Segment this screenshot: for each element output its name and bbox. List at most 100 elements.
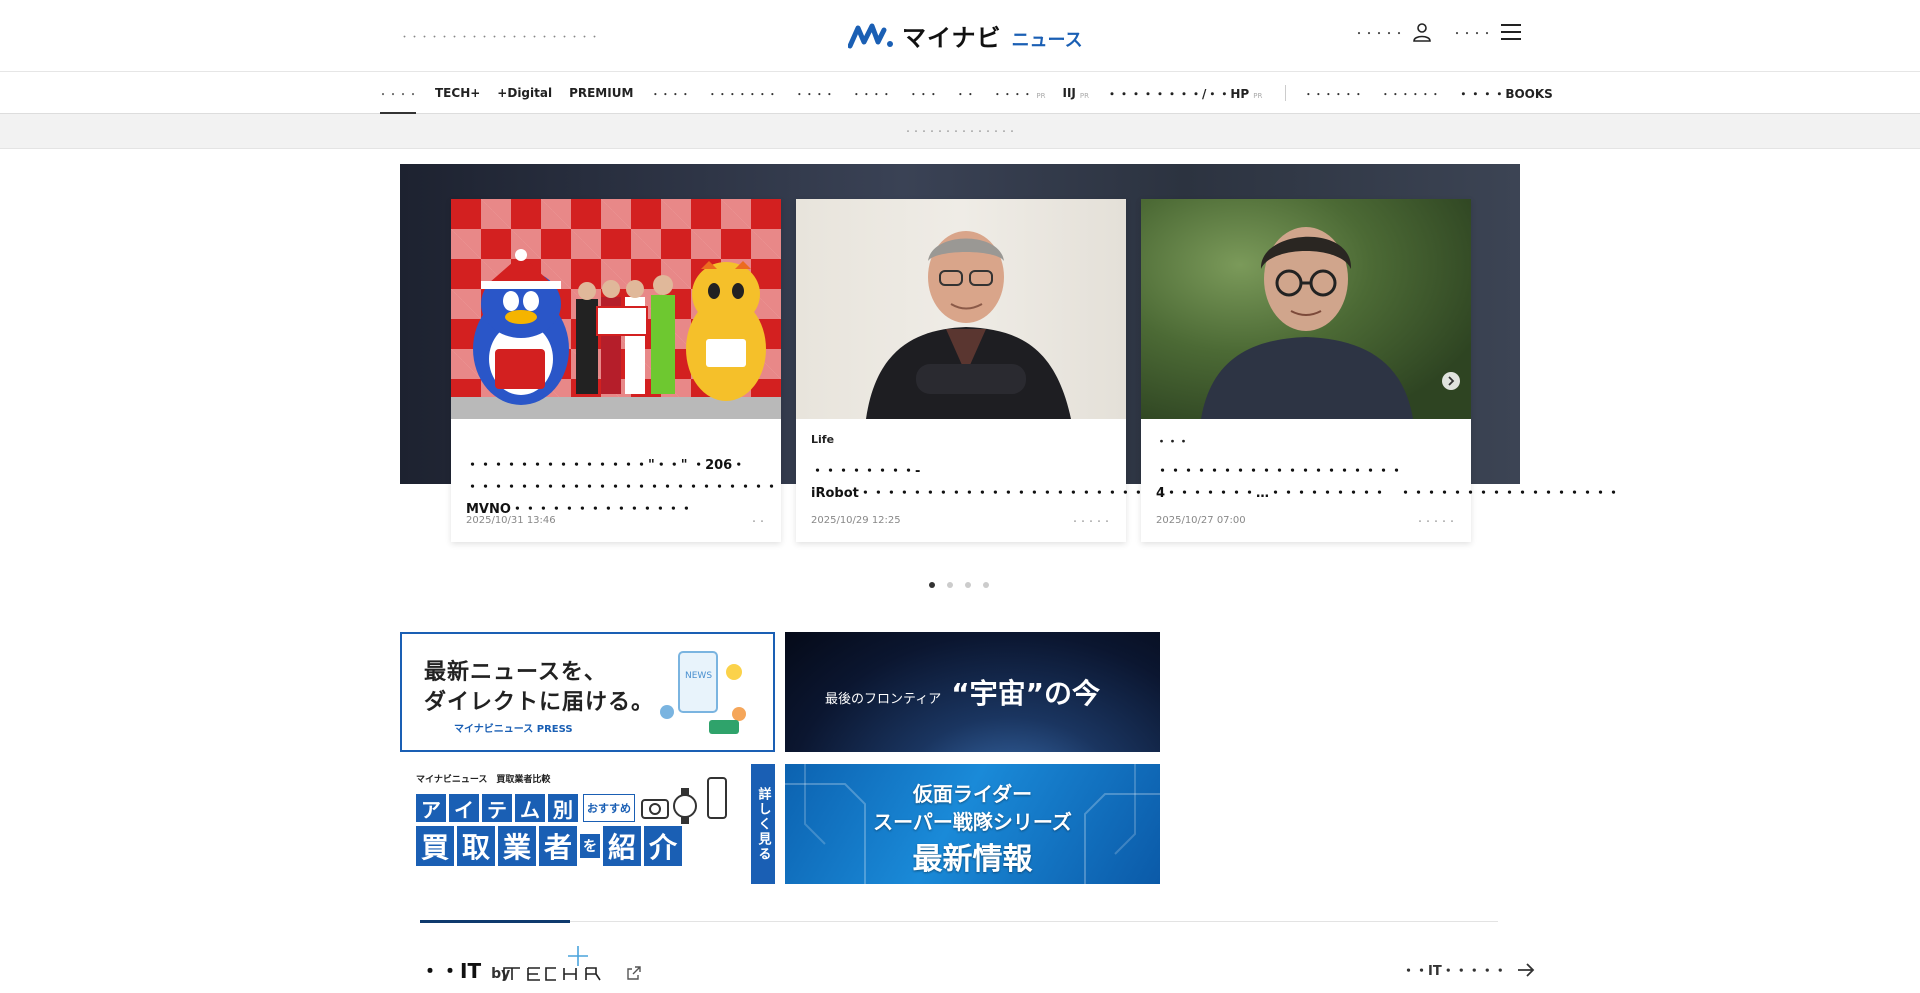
- press-banner-line1: 最新ニュースを、: [424, 660, 607, 685]
- nav-item[interactable]: ・・・: [908, 72, 938, 114]
- nav-item-label: IIJ: [1062, 86, 1076, 100]
- hero-card-image: [1141, 199, 1471, 419]
- nav-item-label: ・・・・: [378, 89, 418, 101]
- nav-item-label: ・・・・・・・・/・・HP: [1106, 86, 1250, 101]
- carousel-next-button[interactable]: [1442, 372, 1460, 390]
- chevron-right-icon: [1448, 376, 1455, 386]
- nav-item-label: ・・・・・・・: [707, 89, 778, 101]
- event-photo: [473, 249, 766, 405]
- carousel-dots: [929, 582, 989, 588]
- nav-item-label: ・・・・: [992, 89, 1033, 101]
- kaitori-char: イ: [449, 794, 479, 822]
- space-banner-prefix: 最後のフロンティア: [825, 692, 942, 707]
- nav-item[interactable]: IIJ PR: [1063, 72, 1090, 114]
- logo-main-text: マイナビ: [902, 24, 1002, 52]
- nav-item-label: ・・・・: [794, 89, 835, 101]
- nav-item[interactable]: ・・・・・・・: [707, 72, 777, 114]
- hero-card-date: 2025/10/27 07:00: [1156, 515, 1246, 526]
- account-label: ・・・・・: [1354, 28, 1404, 40]
- hamburger-icon: [1501, 24, 1521, 40]
- nav-item[interactable]: +Digital: [497, 72, 552, 114]
- nav-item[interactable]: ・・・・: [378, 72, 418, 114]
- pr-badge: PR: [1079, 92, 1089, 100]
- kaitori-char: 介: [644, 826, 682, 866]
- section-divider-accent: [420, 920, 570, 923]
- menu-button[interactable]: ・・・・: [1452, 22, 1522, 42]
- nav-item-secondary[interactable]: ・・・・・・: [1380, 72, 1440, 114]
- hero-card[interactable]: ・・・・・・・・・・・・・・"・・" ・206・ ・・・・・・・・・・・・・・・…: [451, 199, 781, 542]
- kaitori-char: ム: [515, 794, 545, 822]
- user-icon: [1413, 23, 1431, 42]
- nav-item-secondary[interactable]: ・・・・BOOKS: [1457, 72, 1553, 114]
- rider-banner-line2: スーパー戦隊シリーズ: [873, 810, 1072, 834]
- nav-item-label: TECH+: [435, 86, 481, 100]
- hero-card-category: ・・・: [1156, 435, 1189, 448]
- kaitori-banner-top: マイナビニュース 買取業者比較: [416, 775, 551, 785]
- nav-item[interactable]: ・・・・ PR: [992, 72, 1045, 114]
- hero-carousel: ・・・・・・・・・・・・・・"・・" ・206・ ・・・・・・・・・・・・・・・…: [451, 199, 1621, 542]
- category-nav: ・・・・ TECH+ +Digital PREMIUM ・・・・ ・・・・・・・ ・・・・・…: [0, 72, 1920, 114]
- kaitori-banner[interactable]: マイナビニュース 買取業者比較 アイテム別おすすめ 買取業者を紹介 詳しく見る: [400, 764, 775, 884]
- section-more-link[interactable]: ・・IT・・・・・: [1402, 960, 1535, 979]
- kaitori-char: ア: [416, 794, 446, 822]
- space-banner[interactable]: 最後のフロンティア “宇宙”の今: [785, 632, 1160, 752]
- site-tagline: ・・・・・・・・・・・・・・・・・・・・: [400, 33, 601, 43]
- nav-item[interactable]: ・・・・: [794, 72, 834, 114]
- hero-card-title: ・・・・・・・・・・・・・・"・・" ・206・ ・・・・・・・・・・・・・・・…: [466, 458, 779, 517]
- press-banner[interactable]: 最新ニュースを、 ダイレクトに届ける。 マイナビニュース PRESS NEWS: [400, 632, 775, 752]
- kaitori-char: 買: [416, 826, 454, 866]
- nav-item-label: ・・・・: [650, 89, 691, 101]
- hero-card[interactable]: ・・・ ・・・・・・・・・・・・・・・・・・・4・・・・・・・…・・・・・・・・…: [1141, 199, 1621, 542]
- account-button[interactable]: ・・・・・: [1354, 22, 1432, 42]
- kaitori-char: 取: [457, 826, 495, 866]
- pr-badge: PR: [1036, 92, 1046, 100]
- nav-item[interactable]: ・・・・・・・・/・・HP PR: [1106, 72, 1262, 114]
- portrait-photo: [1201, 227, 1413, 419]
- nav-separator: [1285, 85, 1287, 101]
- hero-card[interactable]: Life ・・・・・・・・- iRobot・・・・・・・・・・・・・・・・・・・…: [796, 199, 1305, 542]
- hero-card-source: ・・: [750, 517, 766, 526]
- carousel-dot[interactable]: [947, 582, 953, 588]
- external-link-icon[interactable]: [626, 965, 642, 981]
- news-illustration-icon: NEWS: [660, 651, 746, 734]
- hero-card-title: ・・・・・・・・・・・・・・・・・・・4・・・・・・・…・・・・・・・・・ ・・…: [1156, 464, 1621, 501]
- hero-card-date: 2025/10/29 12:25: [811, 515, 901, 526]
- carousel-dot[interactable]: [929, 582, 935, 588]
- hero-card-image: [451, 199, 781, 419]
- kaitori-char: 者: [539, 826, 577, 866]
- hero-card-source: ・・・・・: [1071, 517, 1111, 526]
- nav-item[interactable]: TECH+: [435, 72, 480, 114]
- rider-banner-line3: 最新情報: [912, 842, 1033, 877]
- kaitori-tag: おすすめ: [583, 794, 635, 822]
- menu-label: ・・・・: [1452, 28, 1492, 40]
- space-banner-title: “宇宙”の今: [951, 677, 1101, 710]
- nav-item-secondary[interactable]: ・・・・・・: [1303, 72, 1363, 114]
- site-logo[interactable]: マイナビ ニュース: [848, 18, 1083, 53]
- nav-item-label: PREMIUM: [569, 86, 634, 100]
- nav-item[interactable]: PREMIUM: [569, 72, 633, 114]
- space-banner-text: 最後のフロンティア “宇宙”の今: [825, 672, 1100, 712]
- nav-item-label: ・・・・: [851, 89, 892, 101]
- kaitori-char: を: [580, 834, 600, 858]
- site-header: ・・・・・・・・・・・・・・・・・・・・ マイナビ ニュース ・・・・・ ・・・…: [0, 0, 1920, 72]
- portrait-photo: [866, 231, 1071, 419]
- press-banner-footer: マイナビニュース PRESS: [454, 724, 573, 735]
- notice-bar: ・・・・・・・・・・・・・・: [0, 114, 1920, 149]
- nav-item-label: ・・・: [908, 89, 939, 101]
- tech-plus-logo-icon[interactable]: [500, 944, 616, 984]
- pr-badge: PR: [1253, 92, 1263, 100]
- nav-item[interactable]: ・・・・: [851, 72, 891, 114]
- nav-item[interactable]: ・・: [955, 72, 975, 114]
- section-title: ・・IT: [420, 959, 482, 983]
- nav-item-label: +Digital: [497, 86, 553, 100]
- carousel-dot[interactable]: [983, 582, 989, 588]
- nav-item-label: ・・: [955, 89, 976, 101]
- carousel-dot[interactable]: [965, 582, 971, 588]
- nav-item[interactable]: ・・・・: [650, 72, 690, 114]
- press-banner-line2: ダイレクトに届ける。: [424, 690, 655, 715]
- rider-banner[interactable]: 仮面ライダー スーパー戦隊シリーズ 最新情報: [785, 764, 1160, 884]
- arrow-right-icon: [1517, 962, 1534, 977]
- press-banner-headline: 最新ニュースを、 ダイレクトに届ける。: [424, 658, 654, 718]
- hero-card-image: [796, 199, 1126, 419]
- hero-card-source: ・・・・・: [1416, 517, 1456, 526]
